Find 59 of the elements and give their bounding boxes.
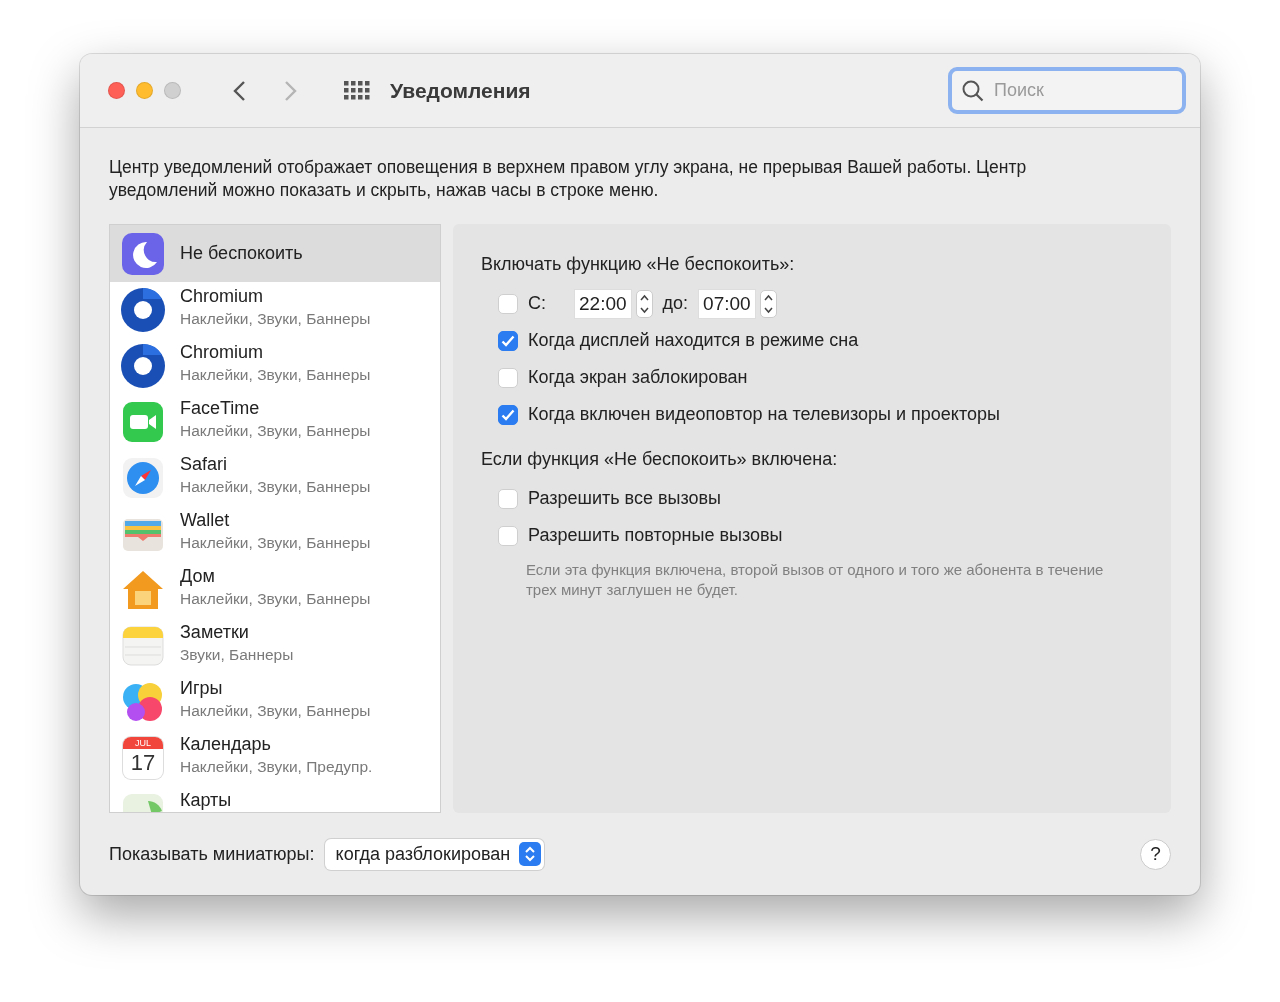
description-text: Центр уведомлений отображает оповещения в верхнем правом углу экрана, не прерывая Вашей работы. Центр уведомлений можно показать и скрыть, нажав часы в строке меню.	[109, 156, 1028, 202]
hint-text: Если эта функция включена, второй вызов от одного и того же абонента в течение трех минут заглушен не будет.	[526, 560, 1105, 600]
compass-icon	[120, 455, 166, 501]
search-icon	[962, 79, 984, 102]
ring-icon	[120, 343, 166, 389]
app-name: Safari	[180, 454, 229, 475]
app-name: Календарь	[180, 734, 272, 755]
app-detail: Наклейки, Звуки, Баннеры	[180, 366, 371, 384]
app-name: FaceTime	[180, 398, 261, 419]
stepper[interactable]	[759, 289, 777, 318]
app-detail: Наклейки, Звуки, Баннеры	[180, 702, 371, 720]
app-detail: Наклейки, Звуки, Баннеры	[180, 590, 371, 608]
calendar-icon: JUL 17	[123, 737, 163, 779]
checkbox-label: Разрешить все вызовы	[528, 488, 722, 509]
to-label: до:	[662, 293, 689, 314]
checkbox[interactable]	[498, 404, 518, 425]
app-detail: Наклейки, Звуки, Баннеры	[180, 310, 371, 328]
chevrons-icon	[524, 845, 537, 863]
checkbox[interactable]	[498, 330, 518, 351]
ring-icon	[120, 287, 166, 333]
app-name: Chromium	[180, 286, 264, 307]
time-field[interactable]: 07:00	[698, 288, 756, 319]
app-name: Wallet	[180, 510, 231, 531]
app-name: Chromium	[180, 342, 264, 363]
app-list-item[interactable]: Не беспокоить	[110, 225, 440, 282]
app-name: Карты	[180, 790, 232, 811]
section-heading: Если функция «Не беспокоить» включена:	[481, 449, 839, 470]
search-field[interactable]: Поиск	[948, 67, 1186, 114]
app-detail: Наклейки, Звуки, Баннеры	[180, 534, 371, 552]
from-label: С:	[528, 293, 546, 314]
moon-icon	[120, 230, 166, 277]
app-detail: Наклейки, Звуки, Баннеры	[180, 478, 371, 496]
forward-icon[interactable]	[284, 79, 298, 102]
stepper[interactable]	[635, 289, 653, 318]
zoom-button[interactable]	[164, 82, 181, 99]
grid-icon[interactable]	[344, 80, 370, 101]
app-name: Не беспокоить	[180, 243, 303, 264]
checkbox-label: Когда экран заблокирован	[528, 367, 748, 388]
app-name: Игры	[180, 678, 224, 699]
app-detail: Звуки, Баннеры	[180, 646, 294, 664]
section-heading: Включать функцию «Не беспокоить»:	[481, 254, 796, 275]
checkbox-label: Когда дисплей находится в режиме сна	[528, 330, 859, 351]
video-camera-icon	[120, 399, 166, 445]
search-input[interactable]: Поиск	[992, 79, 1162, 102]
window-title: Уведомления	[390, 78, 531, 103]
close-button[interactable]	[108, 82, 125, 99]
app-name: Заметки	[180, 622, 250, 643]
back-icon[interactable]	[232, 79, 246, 102]
app-detail: Наклейки, Звуки, Баннеры	[180, 422, 371, 440]
notepad-icon	[120, 623, 166, 669]
minimize-button[interactable]	[136, 82, 153, 99]
time-field[interactable]: 22:00	[574, 288, 632, 319]
checkbox-label: Разрешить повторные вызовы	[528, 525, 783, 546]
app-detail: Наклейки, Звуки, Предупр.	[180, 758, 373, 776]
app-name: Дом	[180, 566, 216, 587]
previews-label: Показывать миниатюры:	[109, 843, 315, 865]
previews-dropdown[interactable]: когда разблокирован	[324, 838, 545, 870]
checkbox-label: Когда включен видеоповтор на телевизоры и проекторы	[528, 404, 1000, 425]
help-button[interactable]: ?	[1140, 838, 1171, 870]
